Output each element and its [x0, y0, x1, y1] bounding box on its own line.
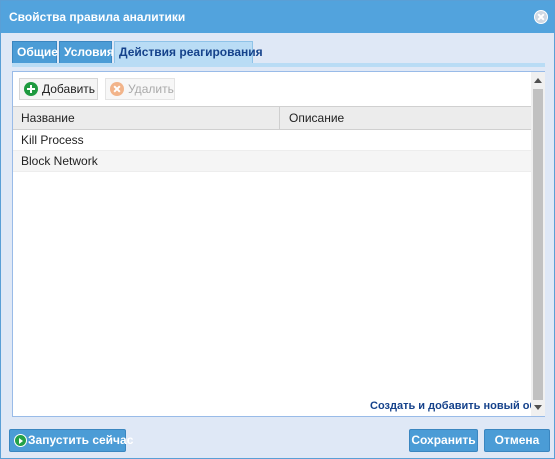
row-name: Kill Process [21, 133, 84, 147]
run-now-button[interactable]: Запустить сейчас [9, 429, 133, 452]
vertical-scrollbar[interactable] [531, 72, 545, 416]
title-bar: Свойства правила аналитики [1, 1, 554, 33]
tab-response-actions[interactable]: Действия реагирования [114, 41, 263, 63]
column-header-name[interactable]: Название [13, 107, 280, 129]
row-name: Block Network [21, 154, 98, 168]
table-row[interactable]: Kill Process [13, 130, 532, 151]
run-icon [14, 434, 27, 447]
cancel-button[interactable]: Отмена [484, 429, 550, 452]
delete-button-label: Удалить [128, 82, 174, 96]
close-icon[interactable] [534, 10, 548, 24]
column-header-description[interactable]: Описание [281, 107, 532, 129]
analytics-rule-dialog: Свойства правила аналитики Общие Условия… [0, 0, 555, 459]
tab-general[interactable]: Общие [12, 41, 58, 63]
response-actions-panel: Добавить Удалить Название Описание Kill … [12, 71, 545, 417]
scrollbar-thumb[interactable] [533, 89, 543, 400]
scroll-up-icon[interactable] [534, 78, 542, 83]
table-row[interactable]: Block Network [13, 151, 532, 172]
dialog-title: Свойства правила аналитики [9, 10, 186, 24]
scroll-down-icon[interactable] [534, 405, 542, 410]
save-button[interactable]: Сохранить [409, 429, 478, 452]
delete-icon [110, 82, 124, 96]
toolbar: Добавить Удалить [13, 72, 532, 104]
tab-underline [12, 63, 545, 67]
add-icon [24, 82, 38, 96]
add-button-label: Добавить [42, 82, 96, 96]
add-button[interactable]: Добавить [19, 78, 98, 100]
delete-button[interactable]: Удалить [105, 78, 175, 100]
create-and-add-link[interactable]: Создать и добавить новый объект [370, 400, 531, 416]
tab-conditions[interactable]: Условия [59, 41, 114, 63]
run-now-label: Запустить сейчас [28, 433, 134, 447]
table-header: Название Описание [13, 106, 532, 130]
